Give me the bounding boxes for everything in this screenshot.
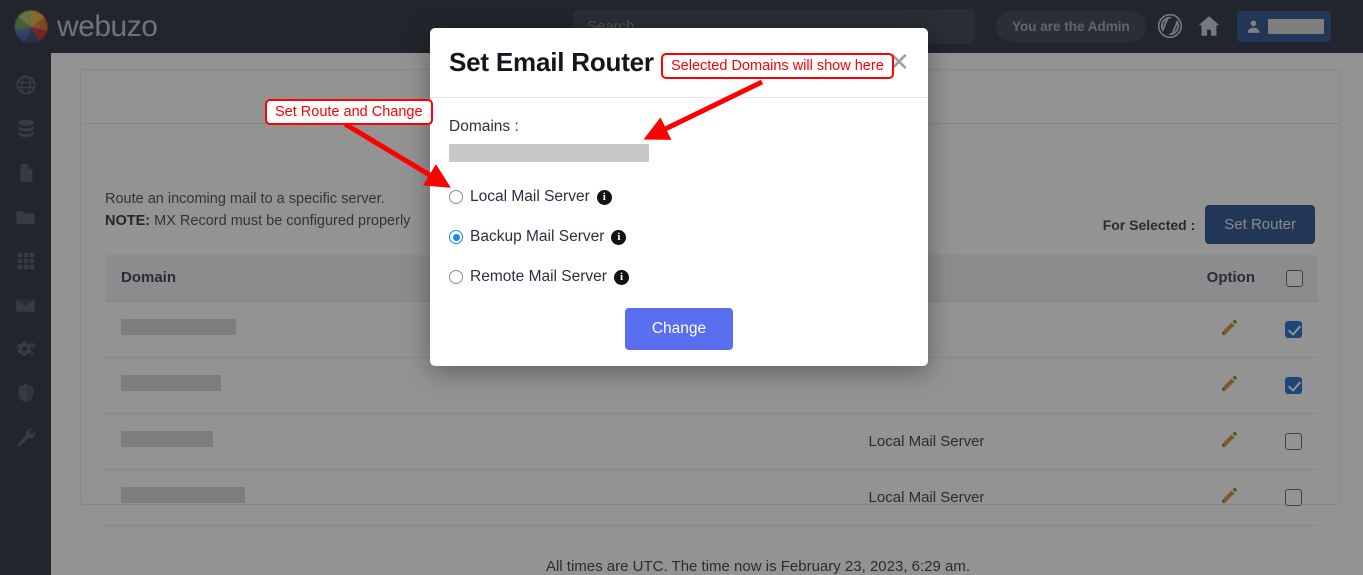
modal-title: Set Email Router	[449, 47, 654, 77]
annotation-selected-domains: Selected Domains will show here	[661, 53, 894, 79]
info-icon[interactable]: i	[613, 269, 629, 285]
radio-button[interactable]	[449, 270, 463, 284]
mail-server-option[interactable]: Remote Mail Server i	[449, 268, 909, 286]
page-root: webuzo You are the Admin	[0, 0, 1363, 575]
info-icon[interactable]: i	[611, 229, 627, 245]
change-button[interactable]: Change	[624, 308, 734, 350]
option-label: Local Mail Server	[470, 188, 590, 205]
domains-label: Domains :	[449, 118, 519, 135]
mail-server-options: Local Mail Server i Backup Mail Server i Rem…	[449, 188, 909, 286]
option-label: Remote Mail Server	[470, 268, 607, 285]
modal-body: Domains : Local Mail Server i Backup Mail …	[430, 98, 928, 350]
annotation-set-route: Set Route and Change	[265, 99, 433, 125]
mail-server-option[interactable]: Backup Mail Server i	[449, 228, 909, 246]
option-label: Backup Mail Server	[470, 228, 605, 245]
mail-server-option[interactable]: Local Mail Server i	[449, 188, 909, 206]
modal-footer: Change	[449, 308, 909, 350]
info-icon[interactable]: i	[596, 189, 612, 205]
domains-value-field[interactable]	[449, 144, 649, 162]
radio-button[interactable]	[449, 190, 463, 204]
radio-button[interactable]	[449, 230, 463, 244]
